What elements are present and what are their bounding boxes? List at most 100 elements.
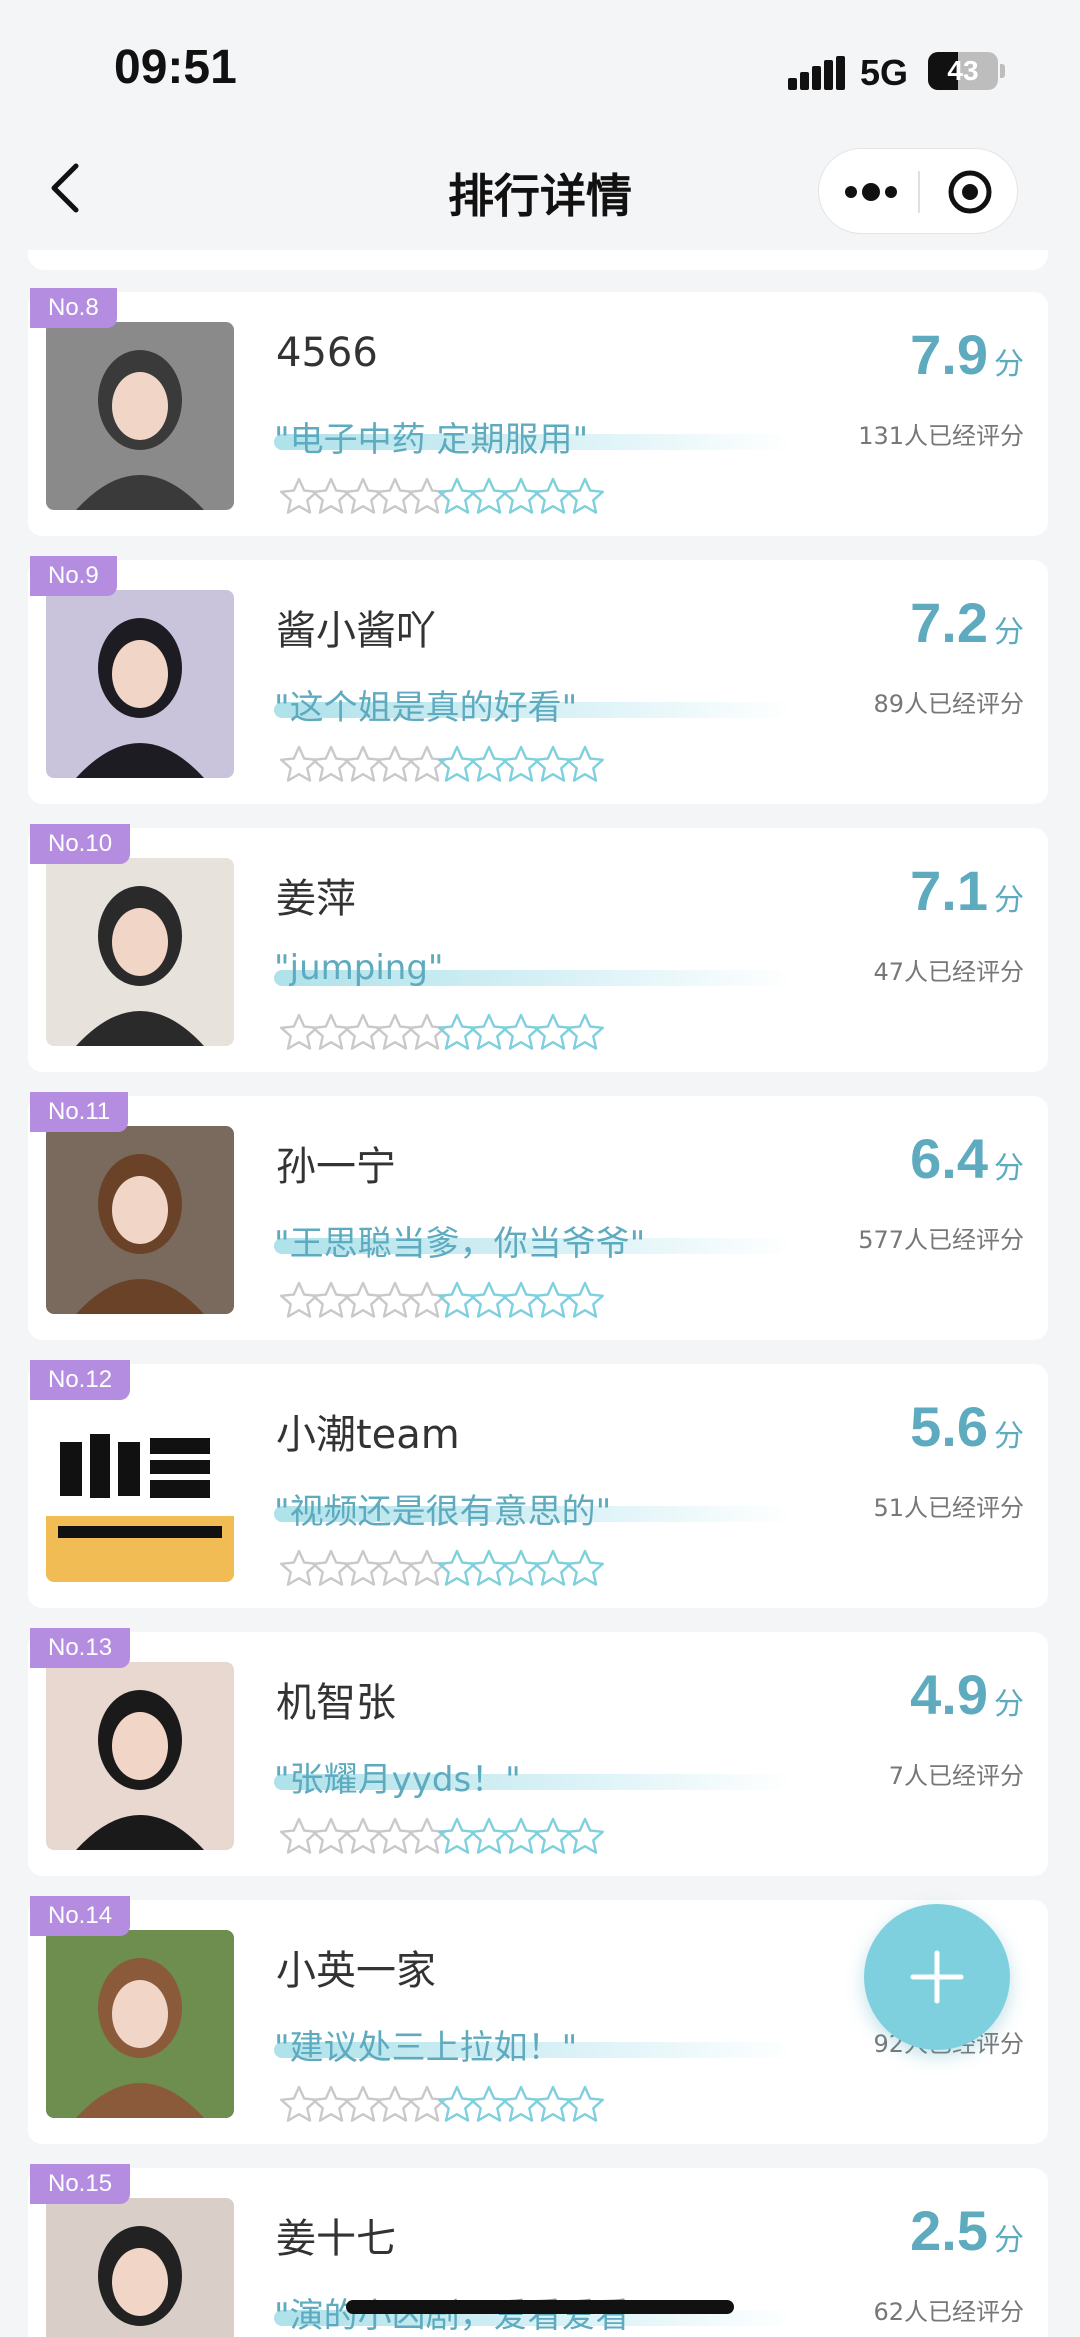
avatar[interactable] — [46, 858, 234, 1046]
score-unit: 分 — [994, 615, 1024, 650]
rating-stars[interactable] — [278, 1280, 758, 1324]
rank-badge: No.9 — [30, 556, 117, 596]
score-group: 4.9 分 — [910, 1662, 1024, 1727]
item-quote: "电子中药 定期服用" — [274, 420, 589, 460]
score-value: 7.1 — [910, 859, 988, 922]
rating-stars[interactable] — [278, 476, 758, 520]
mini-program-capsule — [818, 148, 1018, 234]
home-indicator[interactable] — [346, 2300, 734, 2314]
quote-container: "建议处三上拉如！" — [274, 2020, 794, 2068]
score-value: 7.2 — [910, 591, 988, 654]
target-circle-icon[interactable] — [947, 169, 993, 215]
score-group: 2.5 分 — [910, 2198, 1024, 2263]
item-quote: "张耀月yyds！" — [274, 1760, 521, 1800]
avatar[interactable] — [46, 1126, 234, 1314]
item-name: 姜十七 — [276, 2216, 396, 2262]
rating-count: 47人已经评分 — [873, 958, 1024, 986]
score-value: 4.9 — [910, 1663, 988, 1726]
rank-badge: No.11 — [30, 1092, 129, 1132]
score-group: 5.6 分 — [910, 1394, 1024, 1459]
star-outline-icon[interactable] — [564, 476, 606, 518]
item-name: 酱小酱吖 — [276, 608, 436, 654]
avatar[interactable] — [46, 590, 234, 778]
ranking-card[interactable]: No.12 小潮team "视频还是很有意思的" 5.6 分 51人已经评分 — [28, 1360, 1048, 1608]
rating-stars[interactable] — [278, 744, 758, 788]
score-unit: 分 — [994, 883, 1024, 918]
rating-stars[interactable] — [278, 1548, 758, 1592]
rating-stars[interactable] — [278, 2084, 758, 2128]
ranking-card[interactable]: No.8 4566 "电子中药 定期服用" 7.9 分 131人已经评分 — [28, 288, 1048, 536]
quote-container: "jumping" — [274, 948, 794, 992]
star-outline-icon[interactable] — [564, 1816, 606, 1858]
ranking-card[interactable]: No.9 酱小酱吖 "这个姐是真的好看" 7.2 分 89人已经评分 — [28, 556, 1048, 804]
score-group: 6.4 分 — [910, 1126, 1024, 1191]
item-name: 孙一宁 — [276, 1144, 396, 1190]
ranking-card[interactable]: No.13 机智张 "张耀月yyds！" 4.9 分 7人已经评分 — [28, 1628, 1048, 1876]
item-name: 机智张 — [276, 1680, 396, 1726]
quote-container: "张耀月yyds！" — [274, 1752, 794, 1800]
network-label: 5G — [860, 52, 909, 93]
score-unit: 分 — [994, 1419, 1024, 1454]
avatar[interactable] — [46, 2198, 234, 2337]
rating-stars[interactable] — [278, 1816, 758, 1860]
previous-card-edge — [28, 250, 1048, 270]
capsule-divider — [918, 171, 920, 213]
quote-container: "电子中药 定期服用" — [274, 412, 794, 460]
star-outline-icon[interactable] — [564, 2084, 606, 2126]
avatar[interactable] — [46, 1662, 234, 1850]
score-group: 7.9 分 — [910, 322, 1024, 387]
score-unit: 分 — [994, 2223, 1024, 2258]
ranking-card[interactable]: No.10 姜萍 "jumping" 7.1 分 47人已经评分 — [28, 824, 1048, 1072]
item-quote: "这个姐是真的好看" — [274, 688, 578, 728]
score-group: 7.1 分 — [910, 858, 1024, 923]
item-quote: "王思聪当爹，你当爷爷" — [274, 1224, 646, 1264]
signal-icon — [788, 56, 846, 90]
score-unit: 分 — [994, 1151, 1024, 1186]
item-name: 小潮team — [276, 1412, 460, 1458]
battery-tip — [1000, 64, 1005, 78]
battery-icon: 43 — [928, 52, 998, 90]
rank-badge: No.13 — [30, 1628, 131, 1668]
quote-container: "王思聪当爹，你当爷爷" — [274, 1216, 794, 1264]
rating-count: 51人已经评分 — [873, 1494, 1024, 1522]
rank-badge: No.15 — [30, 2164, 131, 2204]
rating-count: 7人已经评分 — [888, 1762, 1024, 1790]
plus-icon — [910, 1950, 964, 2004]
star-outline-icon[interactable] — [564, 744, 606, 786]
rating-stars[interactable] — [278, 1012, 758, 1056]
item-name: 姜萍 — [276, 876, 356, 922]
rating-count: 577人已经评分 — [858, 1226, 1024, 1254]
rating-count: 62人已经评分 — [873, 2298, 1024, 2326]
add-button[interactable] — [864, 1904, 1010, 2050]
quote-container: "视频还是很有意思的" — [274, 1484, 794, 1532]
score-value: 6.4 — [910, 1127, 988, 1190]
star-outline-icon[interactable] — [564, 1280, 606, 1322]
rank-badge: No.12 — [30, 1360, 131, 1400]
rank-badge: No.10 — [30, 824, 131, 864]
avatar[interactable] — [46, 322, 234, 510]
more-dots-icon[interactable] — [841, 173, 901, 211]
navigation-bar: 排行详情 — [0, 130, 1080, 250]
avatar[interactable] — [46, 1930, 234, 2118]
rank-badge: No.8 — [30, 288, 117, 328]
quote-container: "这个姐是真的好看" — [274, 680, 794, 728]
star-outline-icon[interactable] — [564, 1012, 606, 1054]
ranking-card[interactable]: No.11 孙一宁 "王思聪当爹，你当爷爷" 6.4 分 577人已经评分 — [28, 1092, 1048, 1340]
rank-badge: No.14 — [30, 1896, 131, 1936]
status-time: 09:51 — [114, 41, 237, 94]
battery-level: 43 — [947, 55, 979, 86]
score-group: 7.2 分 — [910, 590, 1024, 655]
score-unit: 分 — [994, 1687, 1024, 1722]
item-name: 小英一家 — [276, 1948, 436, 1994]
rating-count: 89人已经评分 — [873, 690, 1024, 718]
score-value: 7.9 — [910, 323, 988, 386]
status-bar: 09:51 5G 43 — [0, 0, 1080, 130]
item-name: 4566 — [276, 330, 378, 376]
item-quote: "视频还是很有意思的" — [274, 1492, 612, 1532]
star-outline-icon[interactable] — [564, 1548, 606, 1590]
avatar[interactable] — [46, 1394, 234, 1582]
item-quote: "jumping" — [274, 948, 444, 988]
score-value: 5.6 — [910, 1395, 988, 1458]
item-quote: "建议处三上拉如！" — [274, 2028, 578, 2068]
rating-count: 131人已经评分 — [858, 422, 1024, 450]
